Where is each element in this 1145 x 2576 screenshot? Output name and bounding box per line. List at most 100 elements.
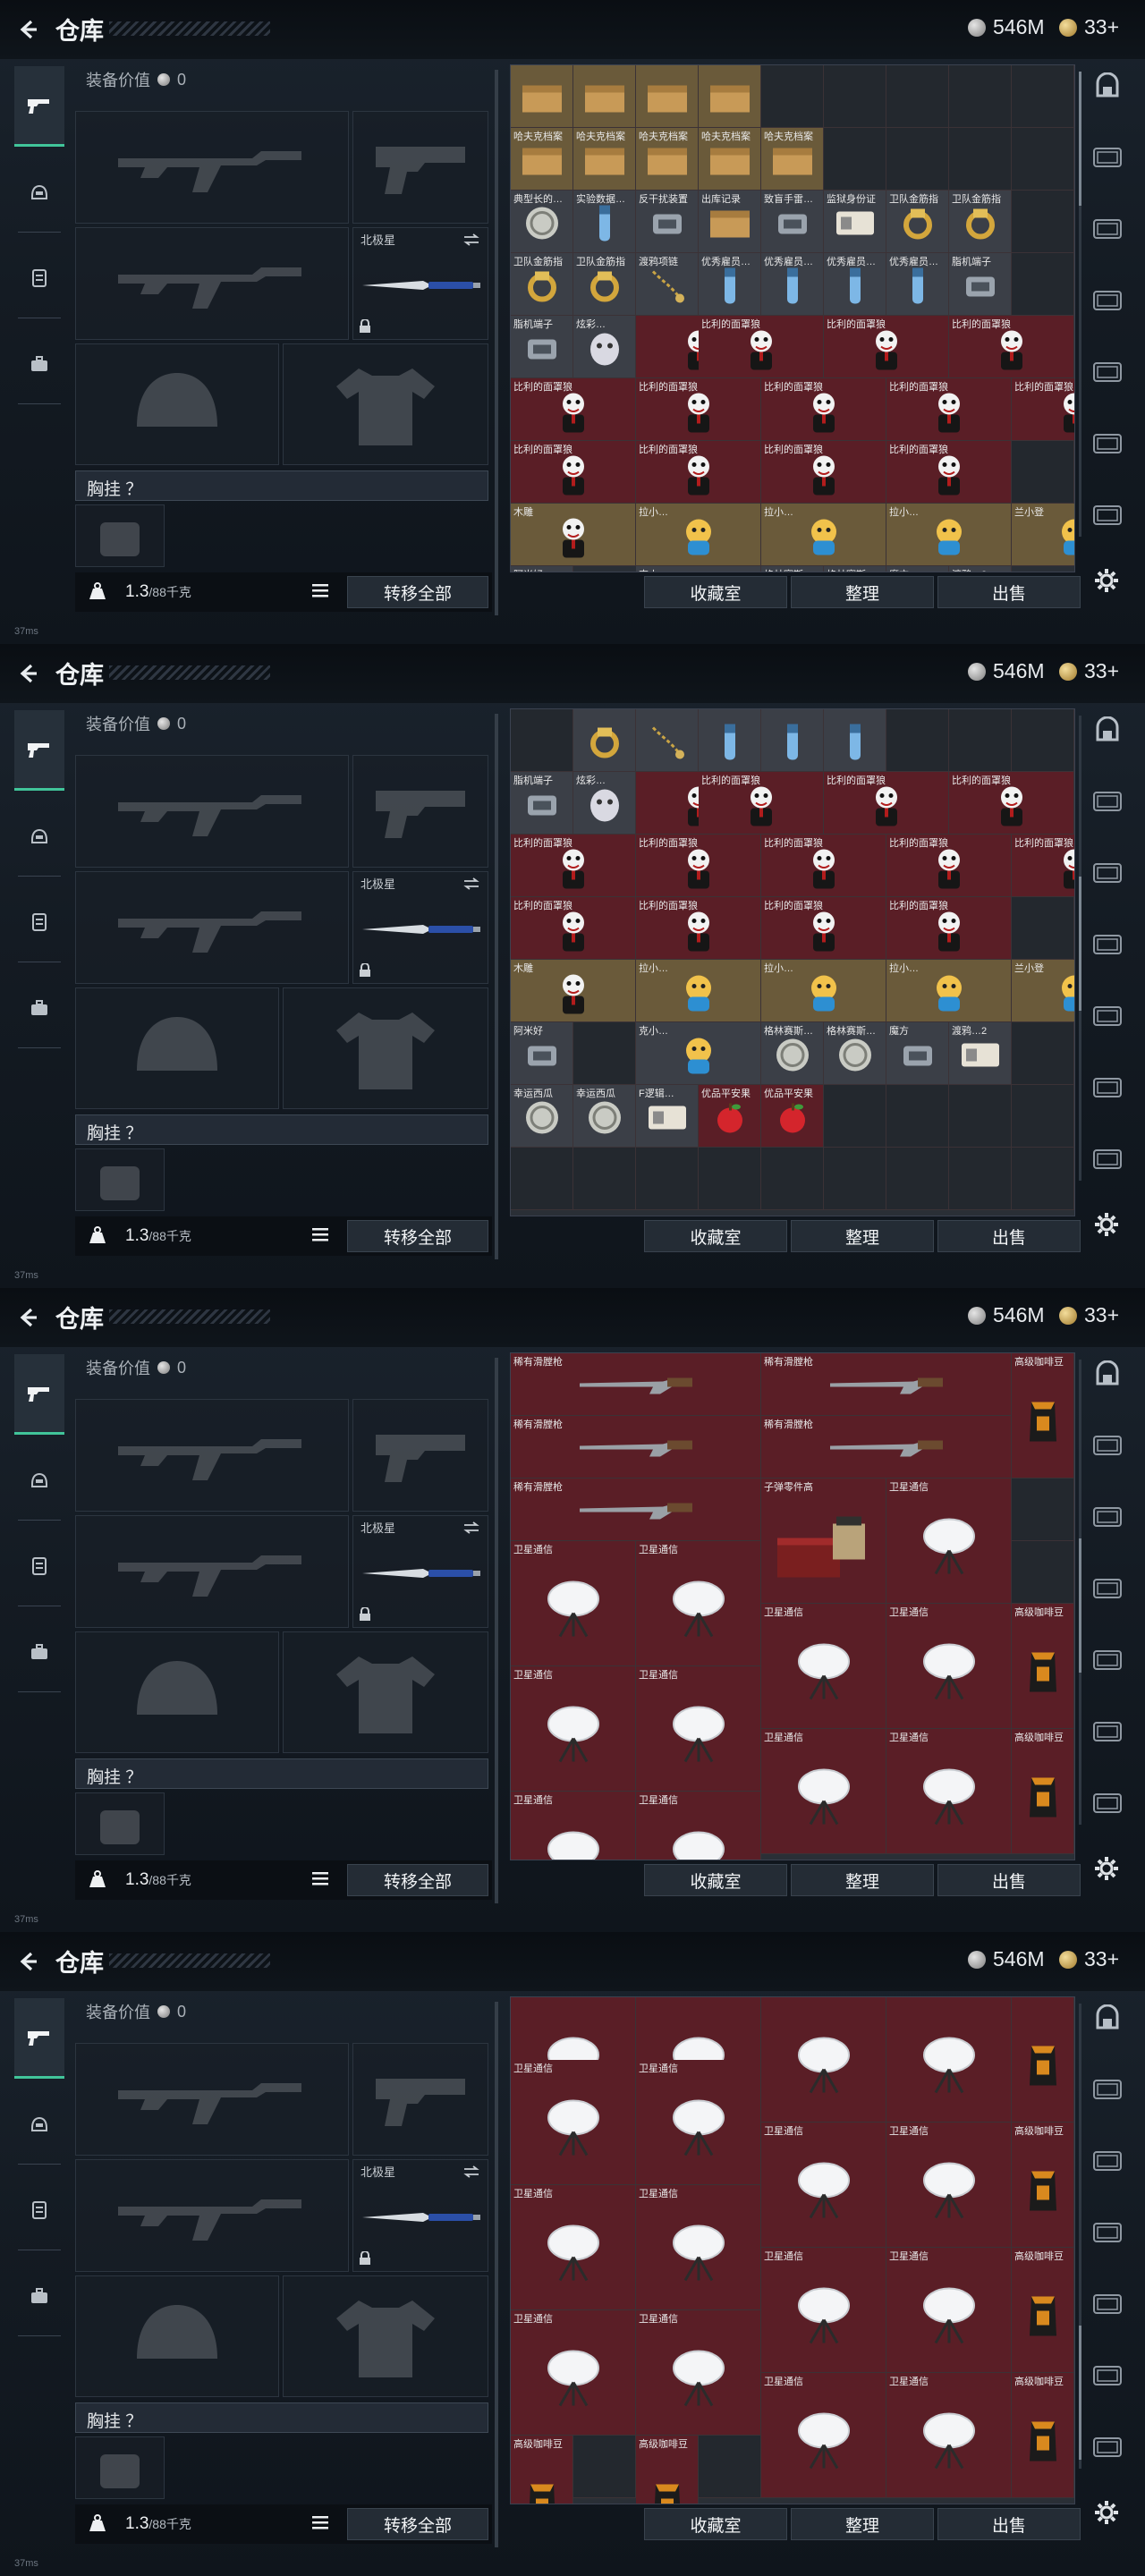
storage-page-3[interactable] xyxy=(1088,2143,1127,2182)
sell-button[interactable]: 出售 xyxy=(937,1220,1081,1252)
inventory-item[interactable]: 比利的面罩狼 xyxy=(636,441,761,504)
inventory-item[interactable]: 高级咖啡豆 xyxy=(1012,2123,1074,2248)
helmet-slot[interactable] xyxy=(75,343,279,465)
empty-grid-cell[interactable] xyxy=(1012,191,1074,253)
inventory-item[interactable]: 哈夫克档案 xyxy=(699,128,761,191)
inventory-item[interactable]: 监狱身份证 xyxy=(824,191,886,253)
inventory-item[interactable]: 拉小… xyxy=(886,504,1012,566)
nav-weapons[interactable] xyxy=(14,1998,64,2079)
collection-button[interactable]: 收藏室 xyxy=(644,1864,787,1896)
storage-page-3[interactable] xyxy=(1088,1499,1127,1538)
secondary-rifle-slot[interactable] xyxy=(75,1515,349,1628)
inventory-item[interactable]: 高级咖啡豆 xyxy=(1012,2373,1074,2498)
nav-armor[interactable] xyxy=(14,238,64,318)
empty-grid-cell[interactable] xyxy=(886,709,949,772)
list-icon[interactable] xyxy=(310,1868,331,1889)
primary-weapon-slot[interactable] xyxy=(75,755,349,868)
inventory-item[interactable]: 卫星通信 xyxy=(761,2248,886,2373)
inventory-item[interactable]: 比利的面罩狼 xyxy=(761,441,886,504)
swap-icon[interactable] xyxy=(462,233,480,246)
storage-page-7[interactable] xyxy=(1088,1785,1127,1825)
nav-helmet[interactable] xyxy=(14,796,64,877)
inventory-item[interactable]: 格林赛斯… xyxy=(824,1022,886,1085)
sell-button[interactable]: 出售 xyxy=(937,1864,1081,1896)
nav-helmet[interactable] xyxy=(14,1440,64,1521)
primary-weapon-slot[interactable] xyxy=(75,2043,349,2156)
nav-backpack[interactable] xyxy=(14,1612,64,1692)
empty-grid-cell[interactable] xyxy=(573,1022,636,1085)
inventory-item[interactable]: 拉小… xyxy=(886,960,1012,1022)
inventory-item[interactable]: 阿米好 xyxy=(511,566,573,572)
collection-button[interactable]: 收藏室 xyxy=(644,2508,787,2540)
inventory-item[interactable]: 比利的面罩狼 xyxy=(636,897,761,960)
storage-page-7[interactable] xyxy=(1088,1141,1127,1181)
inventory-item[interactable]: 稀有滑膛枪 xyxy=(761,1416,1012,1479)
storage-page-2[interactable] xyxy=(1088,2072,1127,2111)
inventory-item[interactable]: 卫星通信 xyxy=(886,2123,1012,2248)
sell-button[interactable]: 出售 xyxy=(937,2508,1081,2540)
chest-rig-slot[interactable]: 胸挂 ？ xyxy=(75,1114,488,1145)
inventory-item[interactable]: 渡鸦项链 xyxy=(636,253,699,316)
inventory-item[interactable]: 卫星通信 xyxy=(886,1479,1012,1604)
storage-grid[interactable]: 脂机端子 炫彩… 比利的面罩狼 比利的面罩狼 比利的面罩狼 比利的面罩狼 比利的面罩狼 比利的… xyxy=(510,708,1075,1216)
empty-grid-cell[interactable] xyxy=(1012,1022,1074,1085)
empty-grid-cell[interactable] xyxy=(511,709,573,772)
empty-grid-cell[interactable] xyxy=(699,2436,761,2498)
melee-slot[interactable]: 北极星 xyxy=(352,2159,488,2272)
swap-icon[interactable] xyxy=(462,2165,480,2178)
storage-page-1[interactable] xyxy=(1088,1356,1127,1395)
inventory-item[interactable]: 拉小… xyxy=(636,504,761,566)
storage-page-6[interactable] xyxy=(1088,2358,1127,2397)
inventory-item[interactable]: 高级咖啡豆 xyxy=(1012,1353,1074,1479)
gear-icon[interactable] xyxy=(1093,1855,1120,1882)
melee-slot[interactable]: 北极星 xyxy=(352,227,488,340)
storage-page-4[interactable] xyxy=(1088,927,1127,966)
storage-page-5[interactable] xyxy=(1088,2286,1127,2326)
empty-grid-cell[interactable] xyxy=(886,65,949,128)
transfer-all-button[interactable]: 转移全部 xyxy=(347,576,488,608)
inventory-item[interactable]: 比利的面罩狼 xyxy=(949,772,1074,835)
equipment-scrollbar[interactable] xyxy=(495,2002,498,2547)
backpack-slot[interactable] xyxy=(75,2436,165,2499)
empty-grid-cell[interactable] xyxy=(949,128,1012,191)
storage-page-1[interactable] xyxy=(1088,712,1127,751)
transfer-all-button[interactable]: 转移全部 xyxy=(347,1864,488,1896)
inventory-item[interactable]: 卫星通信 xyxy=(636,2185,761,2310)
organize-button[interactable]: 整理 xyxy=(791,1220,934,1252)
empty-grid-cell[interactable] xyxy=(949,1148,1012,1210)
melee-slot[interactable]: 北极星 xyxy=(352,1515,488,1628)
storage-grid[interactable]: 哈夫克档案 哈夫克档案 哈夫克档案 哈夫克档案 哈夫克档案 典型长的… 实验数据… 反干扰装置… xyxy=(510,64,1075,572)
inventory-item[interactable]: 高级咖啡豆 xyxy=(1012,2248,1074,2373)
inventory-item[interactable]: 比利的面罩狼 xyxy=(886,441,1012,504)
empty-grid-cell[interactable] xyxy=(573,2436,636,2498)
empty-grid-cell[interactable] xyxy=(1012,253,1074,316)
empty-grid-cell[interactable] xyxy=(949,65,1012,128)
backpack-slot[interactable] xyxy=(75,1148,165,1211)
inventory-item[interactable]: 卫星通信 xyxy=(511,2185,636,2310)
sell-button[interactable]: 出售 xyxy=(937,576,1081,608)
inventory-item[interactable]: 比利的面罩狼 xyxy=(636,378,761,441)
inventory-item[interactable]: 稀有滑膛枪 xyxy=(761,1353,1012,1416)
empty-grid-cell[interactable] xyxy=(886,128,949,191)
inventory-item[interactable]: 卫队金筋指 xyxy=(511,253,573,316)
secondary-rifle-slot[interactable] xyxy=(75,871,349,984)
empty-grid-cell[interactable] xyxy=(824,1148,886,1210)
equipment-scrollbar[interactable] xyxy=(495,70,498,615)
empty-grid-cell[interactable] xyxy=(1012,65,1074,128)
nav-helmet[interactable] xyxy=(14,2084,64,2165)
inventory-item[interactable]: 卫星通信 xyxy=(761,1604,886,1729)
inventory-item[interactable]: 典型长的… xyxy=(511,191,573,253)
empty-grid-cell[interactable] xyxy=(1012,1541,1074,1604)
inventory-item[interactable]: 拉小… xyxy=(761,960,886,1022)
empty-grid-cell[interactable] xyxy=(824,128,886,191)
inventory-item[interactable]: 比利的面罩狼 xyxy=(886,835,1012,897)
inventory-item[interactable]: 高级咖啡豆 xyxy=(1012,1604,1074,1729)
list-icon[interactable] xyxy=(310,580,331,601)
storage-page-5[interactable] xyxy=(1088,998,1127,1038)
inventory-item[interactable]: 脂机端子 xyxy=(511,316,573,378)
inventory-item[interactable]: 比利的面罩狼 xyxy=(761,378,886,441)
inventory-item[interactable]: 兰小登 xyxy=(1012,960,1074,1022)
inventory-item[interactable] xyxy=(636,65,699,128)
transfer-all-button[interactable]: 转移全部 xyxy=(347,2508,488,2540)
inventory-item[interactable]: 高级咖啡豆 xyxy=(511,2436,573,2504)
